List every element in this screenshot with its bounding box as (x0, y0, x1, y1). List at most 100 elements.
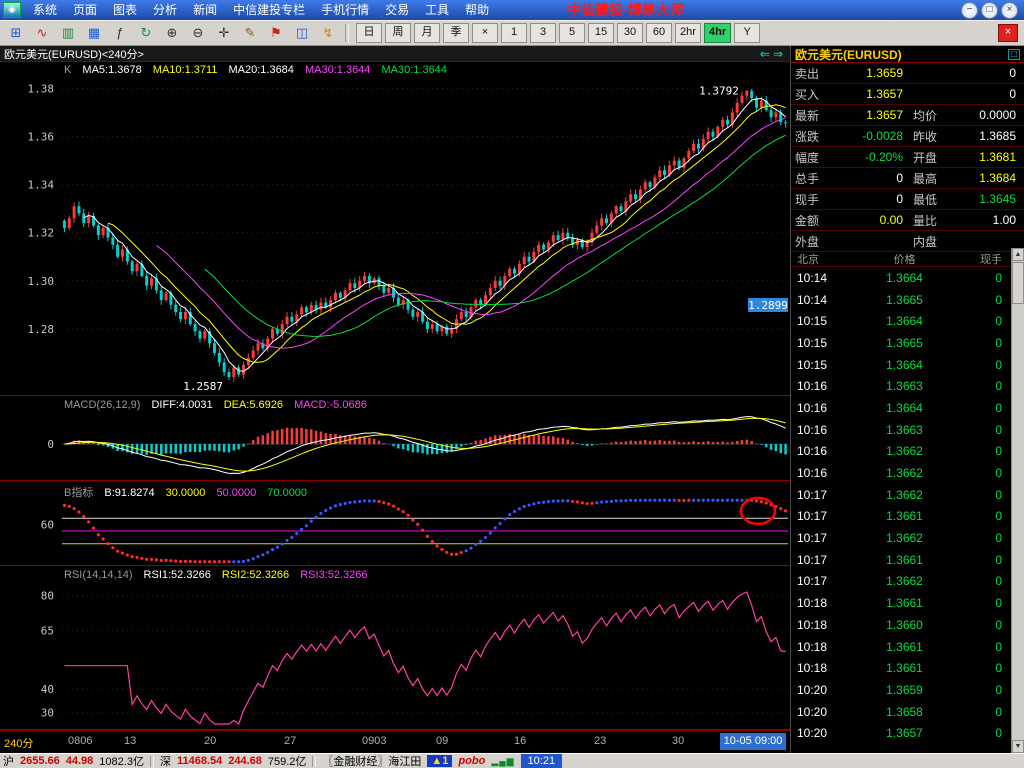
tick-row[interactable]: 10:181.36610 (791, 592, 1024, 614)
crosshair-icon[interactable]: ✛ (212, 22, 236, 44)
scroll-up-icon[interactable]: ▲ (1012, 248, 1024, 261)
tick-row[interactable]: 10:201.36590 (791, 679, 1024, 701)
period-button-季[interactable]: 季 (443, 23, 469, 43)
chart-title-bar: 欧元美元(EURUSD)<240分> ⇐⇒ (0, 46, 790, 62)
period-button-3[interactable]: 3 (530, 23, 556, 43)
quote-title-bar: 欧元美元(EURUSD) □ (791, 46, 1024, 63)
app-icon[interactable]: ◉ (3, 2, 21, 18)
tick-row[interactable]: 10:171.36620 (791, 484, 1024, 506)
svg-text:65: 65 (41, 625, 54, 638)
tick-row[interactable]: 10:151.36640 (791, 354, 1024, 376)
period-button-×[interactable]: × (472, 23, 498, 43)
price-chart[interactable]: 1.381.361.341.321.301.281.37921.25871.28… (0, 62, 790, 730)
tick-table: 10:141.3664010:141.3665010:151.3664010:1… (791, 267, 1024, 744)
period-label: 240分 (4, 735, 33, 751)
close-chart-button[interactable]: × (998, 24, 1018, 42)
app-title: 中信建投-博易大师 (567, 0, 684, 20)
sz-amount: 759.2亿 (268, 753, 307, 768)
tick-row[interactable]: 10:201.36580 (791, 701, 1024, 723)
scroll-thumb[interactable] (1012, 262, 1024, 304)
tick-row[interactable]: 10:171.36610 (791, 549, 1024, 571)
tick-row[interactable]: 10:181.36610 (791, 636, 1024, 658)
zoom-in-icon[interactable]: ⊕ (160, 22, 184, 44)
quote-row-卖出: 卖出1.36590 (791, 63, 1024, 84)
report-table-icon[interactable]: ▦ (82, 22, 106, 44)
sh-amount: 1082.3亿 (99, 753, 144, 768)
tick-row[interactable]: 10:181.36610 (791, 657, 1024, 679)
sz-index: 11468.54 (177, 755, 222, 767)
scrollbar[interactable]: ▲ ▼ (1011, 248, 1024, 753)
sz-change: 244.68 (228, 755, 262, 767)
current-time-label: 10-05 09:00 (720, 733, 786, 750)
panel-toggle-icon[interactable]: □ (1008, 49, 1020, 60)
tick-row[interactable]: 10:141.36640 (791, 267, 1024, 289)
quote-symbol: 欧元美元(EURUSD) (795, 46, 902, 63)
tick-row[interactable]: 10:161.36630 (791, 375, 1024, 397)
sz-label: 深 (160, 753, 171, 768)
tick-row[interactable]: 10:161.36640 (791, 397, 1024, 419)
period-button-4hr[interactable]: 4hr (704, 23, 731, 43)
menu-item-1[interactable]: 页面 (65, 3, 105, 17)
draw-line-icon[interactable]: ✎ (238, 22, 262, 44)
minimize-icon[interactable]: − (961, 2, 978, 19)
connect-icon[interactable]: ⊞ (4, 22, 28, 44)
formula-icon[interactable]: ƒ (108, 22, 132, 44)
menu-item-4[interactable]: 新闻 (185, 3, 225, 17)
close-icon[interactable]: × (1001, 2, 1018, 19)
svg-text:1.38: 1.38 (28, 82, 55, 95)
svg-text:60: 60 (41, 519, 54, 532)
toolbar-separator (345, 24, 349, 42)
period-button-日[interactable]: 日 (356, 23, 382, 43)
toolbar: ⊞∿▥▦ƒ↻⊕⊖✛✎⚑◫↯ 日周月季×1351530602hr4hrY × (0, 20, 1024, 46)
refresh-icon[interactable]: ↻ (134, 22, 158, 44)
tick-row[interactable]: 10:181.36600 (791, 614, 1024, 636)
kline-chart-icon[interactable]: ▥ (56, 22, 80, 44)
pobo-logo: pobo (458, 755, 485, 767)
svg-text:1.28: 1.28 (28, 323, 55, 336)
tick-row[interactable]: 10:171.36620 (791, 527, 1024, 549)
alert-icon[interactable]: ⚑ (264, 22, 288, 44)
menu-item-6[interactable]: 手机行情 (313, 3, 377, 17)
x-label-16: 16 (514, 735, 526, 747)
tick-row[interactable]: 10:171.36620 (791, 571, 1024, 593)
quote-row-金额: 金额0.00量比1.00 (791, 210, 1024, 231)
menu-item-8[interactable]: 工具 (417, 3, 457, 17)
time-chart-icon[interactable]: ∿ (30, 22, 54, 44)
maximize-icon[interactable]: □ (981, 2, 998, 19)
tick-row[interactable]: 10:161.36620 (791, 441, 1024, 463)
period-button-5[interactable]: 5 (559, 23, 585, 43)
menu-item-7[interactable]: 交易 (377, 3, 417, 17)
period-button-月[interactable]: 月 (414, 23, 440, 43)
zoom-out-icon[interactable]: ⊖ (186, 22, 210, 44)
lightning-icon[interactable]: ↯ (316, 22, 340, 44)
menu-item-5[interactable]: 中信建投专栏 (225, 3, 313, 17)
x-label-27: 27 (284, 735, 296, 747)
period-button-30[interactable]: 30 (617, 23, 643, 43)
tick-row[interactable]: 10:171.36610 (791, 506, 1024, 528)
menu-item-9[interactable]: 帮助 (457, 3, 497, 17)
scroll-down-icon[interactable]: ▼ (1012, 740, 1024, 753)
period-button-2hr[interactable]: 2hr (675, 23, 701, 43)
menu-item-3[interactable]: 分析 (145, 3, 185, 17)
tick-row[interactable]: 10:161.36630 (791, 419, 1024, 441)
period-button-周[interactable]: 周 (385, 23, 411, 43)
tick-row[interactable]: 10:201.36570 (791, 722, 1024, 744)
period-button-Y[interactable]: Y (734, 23, 760, 43)
sh-label: 沪 (3, 753, 14, 768)
tick-row[interactable]: 10:161.36620 (791, 462, 1024, 484)
menu-item-0[interactable]: 系统 (25, 3, 65, 17)
tick-row[interactable]: 10:151.36650 (791, 332, 1024, 354)
grid-layout-icon[interactable]: ◫ (290, 22, 314, 44)
toolbar-icons: ⊞∿▥▦ƒ↻⊕⊖✛✎⚑◫↯ (3, 22, 341, 44)
time-axis[interactable]: 240分 10-05 09:00 0806132027090309162330 (0, 730, 790, 754)
x-label-0903: 0903 (362, 735, 386, 747)
alert-badge[interactable]: ▲1 (427, 755, 452, 767)
menu-item-2[interactable]: 图表 (105, 3, 145, 17)
chart-nav-arrows-icon[interactable]: ⇐⇒ (760, 47, 786, 61)
tick-row[interactable]: 10:151.36640 (791, 310, 1024, 332)
period-button-60[interactable]: 60 (646, 23, 672, 43)
period-button-15[interactable]: 15 (588, 23, 614, 43)
tick-row[interactable]: 10:141.36650 (791, 289, 1024, 311)
period-button-1[interactable]: 1 (501, 23, 527, 43)
svg-text:40: 40 (41, 683, 54, 696)
